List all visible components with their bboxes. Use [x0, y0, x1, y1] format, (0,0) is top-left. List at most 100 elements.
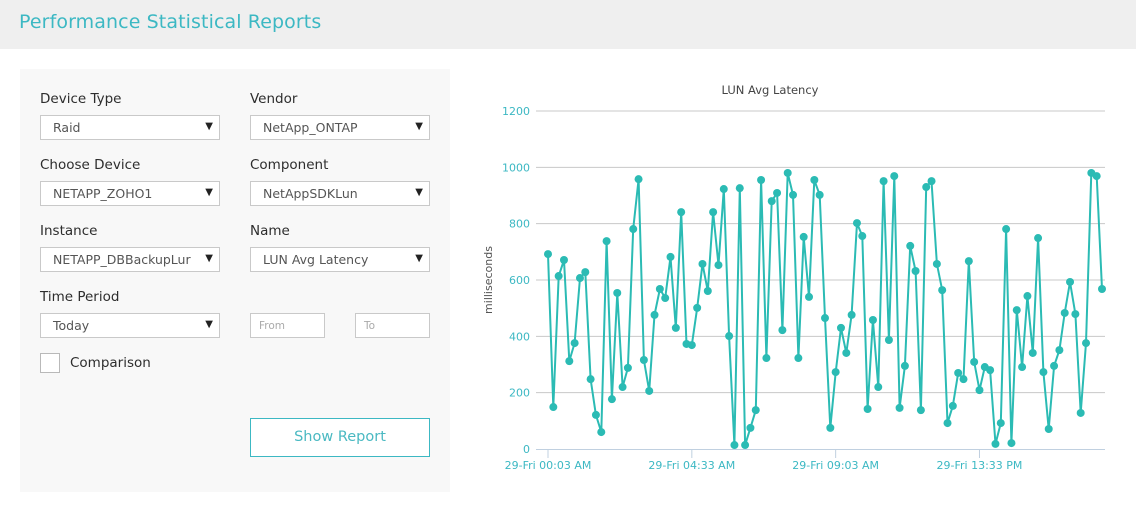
data-point[interactable]	[783, 168, 792, 177]
data-point[interactable]	[591, 410, 600, 419]
data-point[interactable]	[581, 268, 590, 277]
data-point[interactable]	[868, 315, 877, 324]
data-point[interactable]	[906, 241, 915, 250]
data-point[interactable]	[1098, 285, 1106, 294]
data-point[interactable]	[741, 441, 750, 450]
data-point[interactable]	[1092, 172, 1101, 181]
data-point[interactable]	[970, 357, 979, 366]
data-point[interactable]	[757, 176, 766, 185]
data-point[interactable]	[645, 386, 654, 395]
data-point[interactable]	[922, 183, 931, 192]
data-point[interactable]	[874, 383, 883, 392]
data-point[interactable]	[1060, 308, 1069, 317]
data-point[interactable]	[900, 361, 909, 370]
data-point[interactable]	[1076, 408, 1085, 417]
data-point[interactable]	[575, 274, 584, 283]
data-point[interactable]	[586, 375, 595, 384]
data-point[interactable]	[1007, 439, 1016, 448]
data-point[interactable]	[1071, 310, 1080, 319]
data-point[interactable]	[666, 252, 675, 261]
to-date-input[interactable]: To	[355, 313, 430, 338]
data-point[interactable]	[1039, 368, 1048, 377]
data-point[interactable]	[1028, 348, 1037, 357]
data-point[interactable]	[613, 288, 622, 297]
data-point[interactable]	[975, 386, 984, 395]
data-point[interactable]	[916, 406, 925, 415]
data-point[interactable]	[858, 232, 867, 241]
choose-device-select[interactable]: NETAPP_ZOHO1 ▼	[40, 181, 220, 206]
data-point[interactable]	[677, 208, 686, 217]
data-point[interactable]	[544, 250, 552, 259]
data-point[interactable]	[709, 208, 718, 217]
data-point[interactable]	[836, 323, 845, 332]
data-point[interactable]	[1066, 277, 1075, 286]
data-point[interactable]	[618, 383, 627, 392]
data-point[interactable]	[554, 272, 563, 281]
data-point[interactable]	[815, 190, 824, 199]
data-point[interactable]	[986, 366, 995, 375]
data-point[interactable]	[639, 355, 648, 364]
data-point[interactable]	[1018, 363, 1027, 372]
data-point[interactable]	[549, 403, 558, 412]
data-point[interactable]	[773, 188, 782, 197]
data-point[interactable]	[821, 314, 829, 323]
data-point[interactable]	[1012, 306, 1021, 315]
show-report-button[interactable]: Show Report	[250, 418, 430, 457]
data-point[interactable]	[762, 354, 771, 363]
data-point[interactable]	[932, 259, 941, 268]
data-point[interactable]	[703, 286, 712, 295]
data-point[interactable]	[948, 401, 957, 410]
data-point[interactable]	[1044, 425, 1053, 434]
data-point[interactable]	[767, 197, 776, 206]
data-point[interactable]	[805, 292, 814, 301]
name-select[interactable]: LUN Avg Latency ▼	[250, 247, 430, 272]
device-type-select[interactable]: Raid ▼	[40, 115, 220, 140]
data-point[interactable]	[852, 219, 861, 228]
data-point[interactable]	[570, 339, 579, 348]
data-point[interactable]	[1023, 292, 1032, 301]
data-point[interactable]	[911, 266, 920, 275]
data-point[interactable]	[1034, 234, 1043, 243]
data-point[interactable]	[884, 335, 893, 344]
data-point[interactable]	[927, 177, 936, 186]
data-point[interactable]	[719, 185, 728, 194]
data-point[interactable]	[879, 177, 888, 186]
data-point[interactable]	[890, 172, 899, 181]
data-point[interactable]	[831, 368, 840, 377]
data-point[interactable]	[559, 256, 568, 265]
data-point[interactable]	[655, 285, 664, 294]
component-select[interactable]: NetAppSDKLun ▼	[250, 181, 430, 206]
instance-select[interactable]: NETAPP_DBBackupLur ▼	[40, 247, 220, 272]
data-point[interactable]	[661, 294, 670, 303]
vendor-select[interactable]: NetApp_ONTAP ▼	[250, 115, 430, 140]
data-point[interactable]	[634, 175, 643, 184]
data-point[interactable]	[698, 259, 707, 268]
data-point[interactable]	[597, 428, 606, 437]
data-point[interactable]	[725, 332, 734, 341]
data-point[interactable]	[789, 190, 798, 199]
data-point[interactable]	[650, 310, 659, 319]
data-point[interactable]	[847, 310, 856, 319]
data-point[interactable]	[938, 286, 947, 295]
data-point[interactable]	[730, 441, 739, 450]
data-point[interactable]	[565, 357, 574, 366]
data-point[interactable]	[1082, 339, 1091, 348]
data-point[interactable]	[1055, 346, 1064, 355]
data-point[interactable]	[964, 257, 973, 266]
data-point[interactable]	[602, 237, 611, 246]
data-point[interactable]	[693, 303, 702, 312]
data-point[interactable]	[810, 176, 819, 185]
data-point[interactable]	[959, 375, 968, 384]
from-date-input[interactable]: From	[250, 313, 325, 338]
data-point[interactable]	[996, 419, 1005, 428]
data-point[interactable]	[629, 225, 638, 234]
data-point[interactable]	[778, 326, 787, 335]
data-point[interactable]	[735, 184, 744, 193]
data-point[interactable]	[623, 363, 632, 372]
data-point[interactable]	[714, 261, 723, 270]
time-period-select[interactable]: Today ▼	[40, 313, 220, 338]
data-point[interactable]	[991, 439, 1000, 448]
data-point[interactable]	[895, 403, 904, 412]
data-point[interactable]	[1002, 225, 1011, 234]
data-point[interactable]	[863, 405, 872, 414]
